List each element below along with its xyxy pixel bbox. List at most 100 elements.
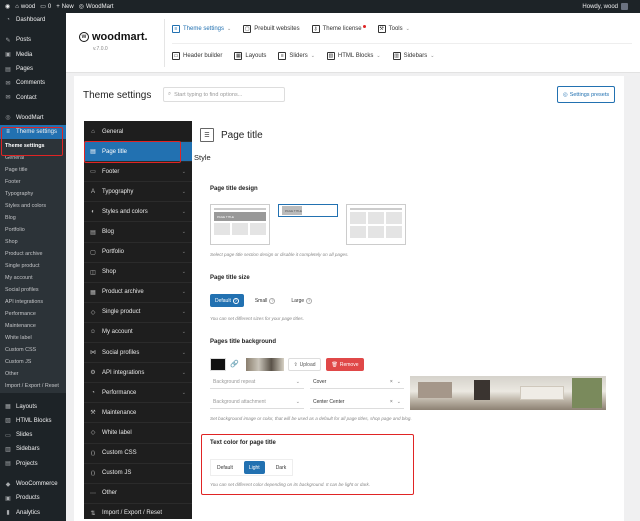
menu-item-woocommerce[interactable]: ◆ WooCommerce <box>0 477 66 491</box>
menu-item-dashboard[interactable]: ◔ Dashboard <box>0 13 66 27</box>
menu-item-contact[interactable]: ✉ Contact <box>0 90 66 104</box>
search-input[interactable]: ⌕ Start typing to find options... <box>163 87 285 102</box>
account-menu[interactable]: Howdy, wood <box>582 3 628 10</box>
nav-prebuilt-websites[interactable]: ▢ Prebuilt websites <box>243 23 300 34</box>
menu-item-comments[interactable]: ✉ Comments <box>0 76 66 90</box>
sidebar-item-maintenance[interactable]: ⚒ Maintenance <box>84 403 192 424</box>
sidebar-item-white-label[interactable]: ◇ White label <box>84 423 192 444</box>
sidebar-item-social-profiles[interactable]: ⋈ Social profiles ⌄ <box>84 343 192 364</box>
submenu-item[interactable]: White label <box>0 332 66 344</box>
menu-item-sidebars[interactable]: ▥ Sidebars <box>0 442 66 456</box>
sidebar-item-shop[interactable]: ◫ Shop ⌄ <box>84 263 192 283</box>
clear-icon[interactable]: × <box>390 399 393 405</box>
sidebar-item-footer[interactable]: ▭ Footer ⌄ <box>84 162 192 183</box>
submenu-item[interactable]: Typography <box>0 188 66 200</box>
submenu-item[interactable]: Page title <box>0 164 66 176</box>
bg-repeat-select[interactable]: Background repeat ⌄ <box>210 376 304 389</box>
submenu-item[interactable]: Portfolio <box>0 224 66 236</box>
menu-item-posts[interactable]: ✎ Posts <box>0 33 66 47</box>
menu-item-media[interactable]: ▣ Media <box>0 48 66 62</box>
submenu-item[interactable]: Footer <box>0 176 66 188</box>
remove-button[interactable]: 🗑 Remove <box>326 358 364 371</box>
design-option-3[interactable] <box>346 204 406 245</box>
sidebar-item-label: Page title <box>102 148 128 155</box>
nav-tools[interactable]: ⚒ Tools ⌄ <box>377 23 410 34</box>
option-dark[interactable]: Dark <box>271 461 292 474</box>
menu-item-html-blocks[interactable]: ▧ HTML Blocks <box>0 414 66 428</box>
menu-item-woodmart[interactable]: ◎ WoodMart <box>0 111 66 125</box>
option-default[interactable]: Default? <box>210 294 244 307</box>
sidebar-item-portfolio[interactable]: ▢ Portfolio ⌄ <box>84 243 192 263</box>
option-small[interactable]: Small? <box>250 294 281 307</box>
bg-attachment-select[interactable]: Background attachment ⌄ <box>210 396 304 409</box>
sidebar-item-typography[interactable]: A Typography ⌄ <box>84 182 192 203</box>
menu-item-theme-settings[interactable]: ≡ Theme settings <box>0 125 66 140</box>
submenu-item[interactable]: Maintenance <box>0 320 66 332</box>
nav-html-blocks[interactable]: ▧ HTML Blocks ⌄ <box>326 50 381 61</box>
sidebar-item-single-product[interactable]: ◇ Single product ⌄ <box>84 303 192 323</box>
nav-theme-settings[interactable]: ≡ Theme settings ⌄ <box>172 23 231 34</box>
submenu-item[interactable]: My account <box>0 272 66 284</box>
site-name-link[interactable]: ⌂ wood <box>15 4 35 10</box>
sidebar-item-performance[interactable]: ◔ Performance ⌄ <box>84 383 192 404</box>
upload-button[interactable]: ⇧ Upload <box>288 358 321 371</box>
link-icon[interactable]: 🔗 <box>230 360 239 368</box>
bg-size-select[interactable]: Cover × ⌄ <box>310 376 404 389</box>
sidebar-item-import-export-reset[interactable]: ⇅ Import / Export / Reset <box>84 504 192 521</box>
option-light[interactable]: Light <box>243 461 265 474</box>
submenu-item[interactable]: Product archive <box>0 248 66 260</box>
sidebar-item-other[interactable]: ⋯ Other <box>84 484 192 504</box>
submenu-item[interactable]: Blog <box>0 212 66 224</box>
sidebar-item-custom-js[interactable]: ⟨⟩ Custom JS <box>84 464 192 484</box>
submenu-item[interactable]: Theme settings <box>0 140 66 152</box>
menu-item-label: Slides <box>16 432 33 439</box>
woodmart-link[interactable]: ◎ WoodMart <box>79 3 114 11</box>
submenu-item[interactable]: Performance <box>0 308 66 320</box>
sidebar-item-styles-and-colors[interactable]: ◐ Styles and colors ⌄ <box>84 202 192 223</box>
clear-icon[interactable]: × <box>390 379 393 385</box>
menu-item-projects[interactable]: ▤ Projects <box>0 457 66 471</box>
design-option-2[interactable]: PAGE TITLE <box>278 204 338 217</box>
nav-header-builder[interactable]: ▭ Header builder <box>172 50 222 61</box>
settings-presets-button[interactable]: ◎ Settings presets <box>557 86 615 103</box>
divider <box>172 43 632 44</box>
menu-item-pages[interactable]: ▤ Pages <box>0 62 66 76</box>
menu-item-products[interactable]: ▣ Products <box>0 491 66 505</box>
submenu-item[interactable]: Styles and colors <box>0 200 66 212</box>
product-icon: ◇ <box>90 309 96 316</box>
submenu-item[interactable]: API integrations <box>0 296 66 308</box>
option-large[interactable]: Large? <box>286 294 317 307</box>
nav-sliders[interactable]: ≡ Sliders ⌄ <box>278 50 315 61</box>
design-option-1[interactable]: PAGE TITLE <box>210 204 270 245</box>
option-default[interactable]: Default <box>212 461 238 474</box>
text-color-label: Text color for page title <box>210 440 276 446</box>
sidebar-item-product-archive[interactable]: ▦ Product archive ⌄ <box>84 283 192 303</box>
nav-sidebars[interactable]: ▥ Sidebars ⌄ <box>392 50 434 61</box>
sidebar-item-my-account[interactable]: ☺ My account ⌄ <box>84 323 192 344</box>
submenu-item[interactable]: Social profiles <box>0 284 66 296</box>
submenu-item[interactable]: Single product <box>0 260 66 272</box>
submenu-item[interactable]: Custom JS <box>0 356 66 368</box>
sidebar-item-api-integrations[interactable]: ⚙ API integrations ⌄ <box>84 363 192 384</box>
wp-logo-icon[interactable]: ◉ <box>5 3 10 10</box>
comments-link[interactable]: ▭ 0 <box>40 3 51 11</box>
menu-item-layouts[interactable]: ▦ Layouts <box>0 399 66 413</box>
nav-theme-license[interactable]: ⚷ Theme license <box>311 23 366 34</box>
submenu-item[interactable]: Other <box>0 368 66 380</box>
sidebar-item-general[interactable]: ⌂ General <box>84 122 192 143</box>
new-link[interactable]: + New <box>56 4 74 10</box>
submenu-item[interactable]: Import / Export / Reset <box>0 380 66 392</box>
submenu-item[interactable]: Shop <box>0 236 66 248</box>
sidebar-item-page-title[interactable]: ▤ Page title <box>84 142 192 163</box>
mail-icon: ✉ <box>5 95 11 102</box>
sidebar-item-blog[interactable]: ▤ Blog ⌄ <box>84 222 192 243</box>
submenu-item[interactable]: General <box>0 152 66 164</box>
sidebar-item-label: Blog <box>102 229 115 236</box>
submenu-item[interactable]: Custom CSS <box>0 344 66 356</box>
bg-position-select[interactable]: Center Center × ⌄ <box>310 396 404 409</box>
nav-layouts[interactable]: ▦ Layouts <box>234 50 266 61</box>
menu-item-analytics[interactable]: ▮ Analytics <box>0 505 66 519</box>
menu-item-slides[interactable]: ▭ Slides <box>0 428 66 442</box>
sidebar-item-custom-css[interactable]: ⟨⟩ Custom CSS <box>84 444 192 464</box>
bg-color-swatch[interactable] <box>210 358 226 371</box>
